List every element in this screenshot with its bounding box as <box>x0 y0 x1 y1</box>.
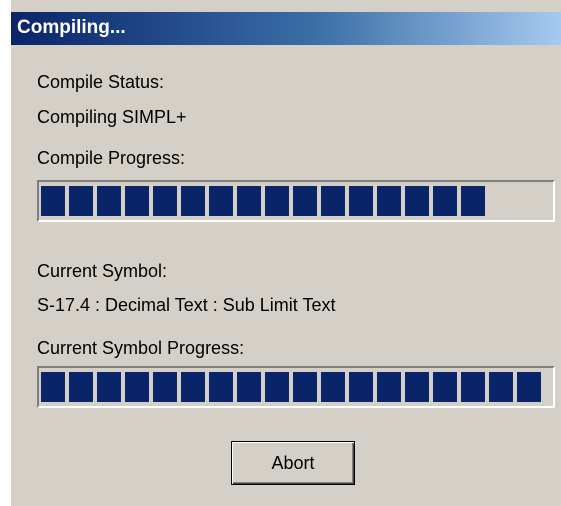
progress-segment <box>321 372 345 402</box>
progress-segment <box>377 372 401 402</box>
progress-segment <box>209 186 233 216</box>
progress-segment <box>41 186 65 216</box>
title-bar[interactable]: Compiling... <box>11 12 561 45</box>
progress-segment <box>97 186 121 216</box>
current-symbol-value: S-17.4 : Decimal Text : Sub Limit Text <box>37 295 336 315</box>
progress-segment <box>377 186 401 216</box>
progress-segment <box>153 186 177 216</box>
progress-segment <box>69 186 93 216</box>
compile-progress-bar <box>37 180 555 222</box>
window-title: Compiling... <box>17 17 126 38</box>
progress-segment <box>349 372 373 402</box>
symbol-progress-bar <box>37 366 555 408</box>
progress-segment <box>237 372 261 402</box>
progress-segment <box>405 186 429 216</box>
compile-status-value: Compiling SIMPL+ <box>37 107 187 127</box>
progress-segment <box>125 372 149 402</box>
symbol-progress-label: Current Symbol Progress: <box>37 338 245 358</box>
abort-button[interactable]: Abort <box>231 441 355 485</box>
compiling-dialog: Compiling... Compile Status: Compiling S… <box>10 0 561 506</box>
progress-segment <box>41 372 65 402</box>
progress-segment <box>433 372 457 402</box>
progress-segment <box>181 372 205 402</box>
progress-segment <box>181 186 205 216</box>
progress-segment <box>461 372 485 402</box>
progress-segment <box>321 186 345 216</box>
progress-segment <box>293 372 317 402</box>
progress-segment <box>293 186 317 216</box>
progress-segment <box>153 372 177 402</box>
progress-segment <box>405 372 429 402</box>
progress-segment <box>517 372 541 402</box>
compile-progress-label: Compile Progress: <box>37 148 186 168</box>
progress-segment <box>209 372 233 402</box>
compile-status-label: Compile Status: <box>37 72 165 92</box>
progress-segment <box>265 372 289 402</box>
progress-segment <box>237 186 261 216</box>
progress-segment <box>433 186 457 216</box>
progress-segment <box>461 186 485 216</box>
progress-segment <box>489 372 513 402</box>
progress-segment <box>69 372 93 402</box>
progress-segment <box>97 372 121 402</box>
progress-segment <box>125 186 149 216</box>
current-symbol-label: Current Symbol: <box>37 261 168 281</box>
progress-segment <box>349 186 373 216</box>
progress-segment <box>265 186 289 216</box>
